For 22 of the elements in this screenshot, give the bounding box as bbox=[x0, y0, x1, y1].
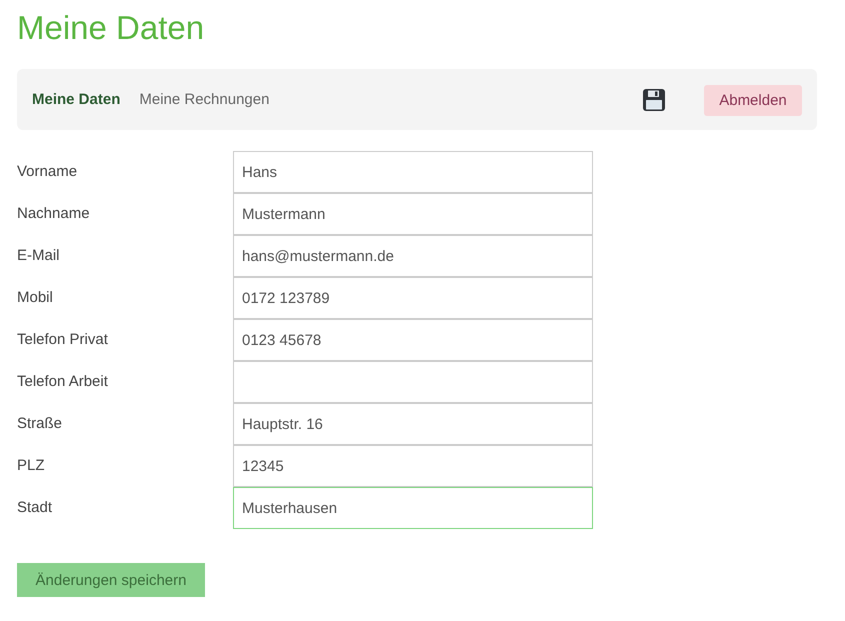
field-label: Stadt bbox=[17, 498, 54, 518]
input-field[interactable]: Hauptstr. 16 bbox=[233, 403, 593, 445]
field-label: PLZ bbox=[17, 456, 46, 476]
field-label: Straße bbox=[17, 414, 64, 434]
field-label: Telefon Arbeit bbox=[17, 372, 109, 392]
input-field[interactable] bbox=[233, 361, 593, 403]
page-title: Meine Daten bbox=[17, 8, 206, 48]
field-label: Mobil bbox=[17, 288, 54, 308]
input-field[interactable]: 0172 123789 bbox=[233, 277, 593, 319]
input-field[interactable]: Musterhausen bbox=[233, 487, 593, 529]
field-label: Nachname bbox=[17, 204, 91, 224]
input-field[interactable]: Mustermann bbox=[233, 193, 593, 235]
input-field[interactable]: Hans bbox=[233, 151, 593, 193]
nav-link[interactable]: Meine Rechnungen bbox=[139, 91, 270, 108]
field-label: Vorname bbox=[17, 162, 78, 182]
nav-link[interactable]: Meine Daten bbox=[32, 91, 120, 108]
logout-button[interactable]: Abmelden bbox=[704, 85, 802, 116]
input-field[interactable]: hans@mustermann.de bbox=[233, 235, 593, 277]
field-label: E-Mail bbox=[17, 246, 61, 266]
input-field[interactable]: 12345 bbox=[233, 445, 593, 487]
input-field[interactable]: 0123 45678 bbox=[233, 319, 593, 361]
field-label: Telefon Privat bbox=[17, 330, 109, 350]
